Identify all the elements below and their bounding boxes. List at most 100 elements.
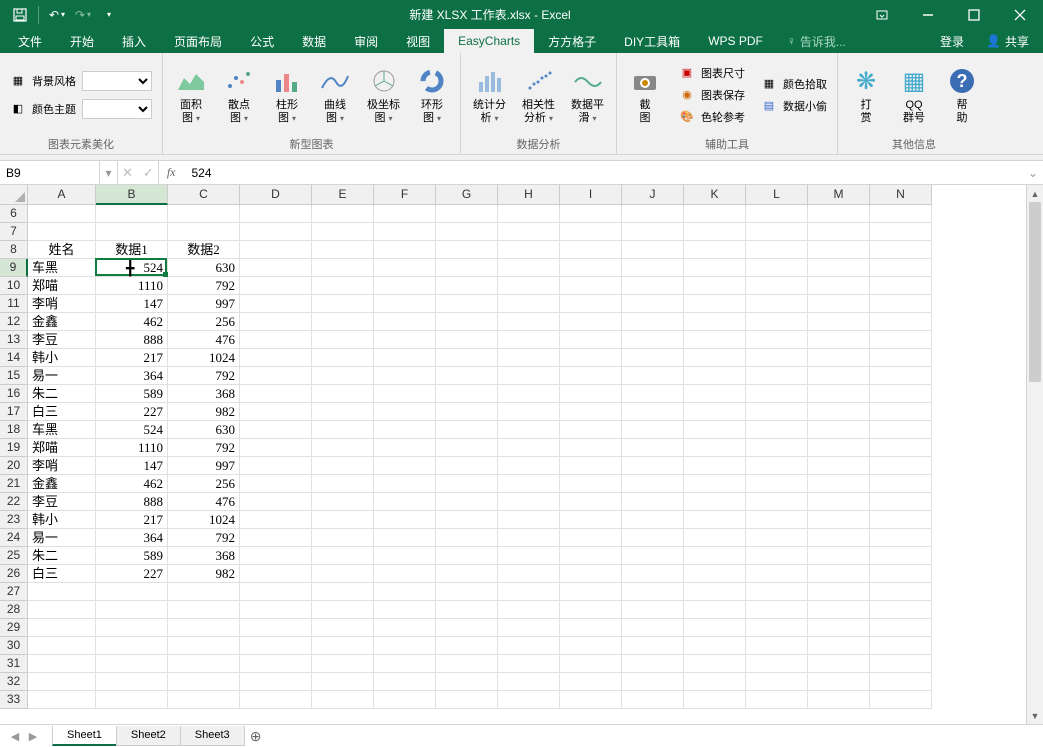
column-header[interactable]: I — [560, 185, 622, 205]
cell[interactable]: 金鑫 — [28, 313, 96, 331]
cell[interactable] — [436, 205, 498, 223]
cell[interactable] — [436, 475, 498, 493]
cell[interactable] — [498, 493, 560, 511]
cell[interactable]: 1024 — [168, 349, 240, 367]
tab-page-layout[interactable]: 页面布局 — [160, 29, 236, 53]
cell[interactable] — [374, 493, 436, 511]
cell[interactable] — [808, 295, 870, 313]
cell[interactable] — [870, 385, 932, 403]
cell[interactable] — [560, 583, 622, 601]
enter-formula-button[interactable]: ✓ — [143, 165, 154, 181]
reward-button[interactable]: ❋打 赏 — [844, 63, 888, 125]
cell[interactable] — [240, 637, 312, 655]
cell[interactable] — [808, 367, 870, 385]
cell[interactable]: 朱二 — [28, 385, 96, 403]
color-theme-button[interactable]: ◧颜色主题 — [6, 97, 156, 121]
cell[interactable] — [808, 565, 870, 583]
cell[interactable] — [96, 655, 168, 673]
sheet-nav-next[interactable]: ▶ — [24, 730, 42, 743]
cell[interactable] — [240, 601, 312, 619]
cell[interactable] — [870, 637, 932, 655]
cell[interactable] — [622, 331, 684, 349]
name-box[interactable]: B9 — [0, 161, 100, 184]
cell[interactable] — [808, 583, 870, 601]
cell[interactable] — [746, 421, 808, 439]
cell[interactable] — [746, 583, 808, 601]
cell[interactable]: 997 — [168, 457, 240, 475]
cell[interactable]: 韩小 — [28, 511, 96, 529]
cell[interactable] — [168, 619, 240, 637]
cell[interactable] — [240, 313, 312, 331]
cell[interactable] — [498, 457, 560, 475]
cell[interactable] — [870, 601, 932, 619]
cell[interactable] — [374, 457, 436, 475]
cell[interactable] — [560, 457, 622, 475]
minimize-button[interactable] — [905, 0, 951, 29]
cell[interactable] — [498, 529, 560, 547]
cell[interactable] — [28, 637, 96, 655]
cell[interactable] — [374, 223, 436, 241]
cell[interactable] — [808, 601, 870, 619]
cell[interactable] — [28, 601, 96, 619]
cell[interactable] — [622, 241, 684, 259]
cell[interactable] — [28, 673, 96, 691]
cell[interactable] — [746, 241, 808, 259]
cell[interactable] — [870, 439, 932, 457]
cell[interactable] — [746, 475, 808, 493]
cell[interactable] — [622, 619, 684, 637]
cell[interactable] — [746, 547, 808, 565]
cell[interactable] — [436, 439, 498, 457]
cell[interactable]: 364 — [96, 529, 168, 547]
cell[interactable] — [498, 655, 560, 673]
cell[interactable]: 217 — [96, 511, 168, 529]
cell[interactable] — [240, 205, 312, 223]
sheet-tab-3[interactable]: Sheet3 — [180, 726, 245, 746]
cell[interactable] — [870, 529, 932, 547]
row-header[interactable]: 7 — [0, 223, 28, 241]
cell[interactable] — [560, 331, 622, 349]
smoothing-button[interactable]: 数据平 滑 ▾ — [565, 63, 610, 125]
cell[interactable] — [622, 421, 684, 439]
cell[interactable]: 姓名 — [28, 241, 96, 259]
cell[interactable] — [808, 493, 870, 511]
cell[interactable] — [622, 295, 684, 313]
cell[interactable]: 车黑 — [28, 421, 96, 439]
cell[interactable] — [684, 295, 746, 313]
cell[interactable] — [808, 691, 870, 709]
cell[interactable] — [498, 295, 560, 313]
cell[interactable] — [374, 349, 436, 367]
color-theme-combo[interactable] — [82, 99, 152, 119]
scatter-chart-button[interactable]: 散点 图 ▾ — [217, 63, 261, 125]
cell[interactable] — [560, 259, 622, 277]
cell[interactable]: 997 — [168, 295, 240, 313]
cell[interactable]: 147 — [96, 295, 168, 313]
cell[interactable]: 256 — [168, 475, 240, 493]
cell[interactable] — [436, 457, 498, 475]
cell[interactable] — [374, 673, 436, 691]
sheet-tab-1[interactable]: Sheet1 — [52, 726, 117, 746]
row-header[interactable]: 33 — [0, 691, 28, 709]
row-header[interactable]: 15 — [0, 367, 28, 385]
formula-bar-expand[interactable]: ⌄ — [1023, 161, 1043, 184]
cell[interactable] — [622, 223, 684, 241]
cell[interactable] — [684, 547, 746, 565]
cell[interactable] — [240, 691, 312, 709]
column-header[interactable]: D — [240, 185, 312, 205]
cell[interactable] — [622, 439, 684, 457]
cell[interactable]: 李豆 — [28, 331, 96, 349]
cell[interactable] — [240, 295, 312, 313]
cell[interactable] — [498, 385, 560, 403]
cell[interactable] — [746, 403, 808, 421]
cell[interactable] — [684, 619, 746, 637]
cell[interactable] — [312, 331, 374, 349]
cell[interactable]: 982 — [168, 565, 240, 583]
cell[interactable] — [240, 583, 312, 601]
cell[interactable] — [240, 241, 312, 259]
cell[interactable] — [622, 565, 684, 583]
vertical-scrollbar[interactable]: ▲ ▼ — [1026, 185, 1043, 724]
cell[interactable] — [746, 349, 808, 367]
row-header[interactable]: 17 — [0, 403, 28, 421]
cell[interactable] — [436, 691, 498, 709]
cell[interactable] — [436, 565, 498, 583]
cell[interactable] — [96, 637, 168, 655]
